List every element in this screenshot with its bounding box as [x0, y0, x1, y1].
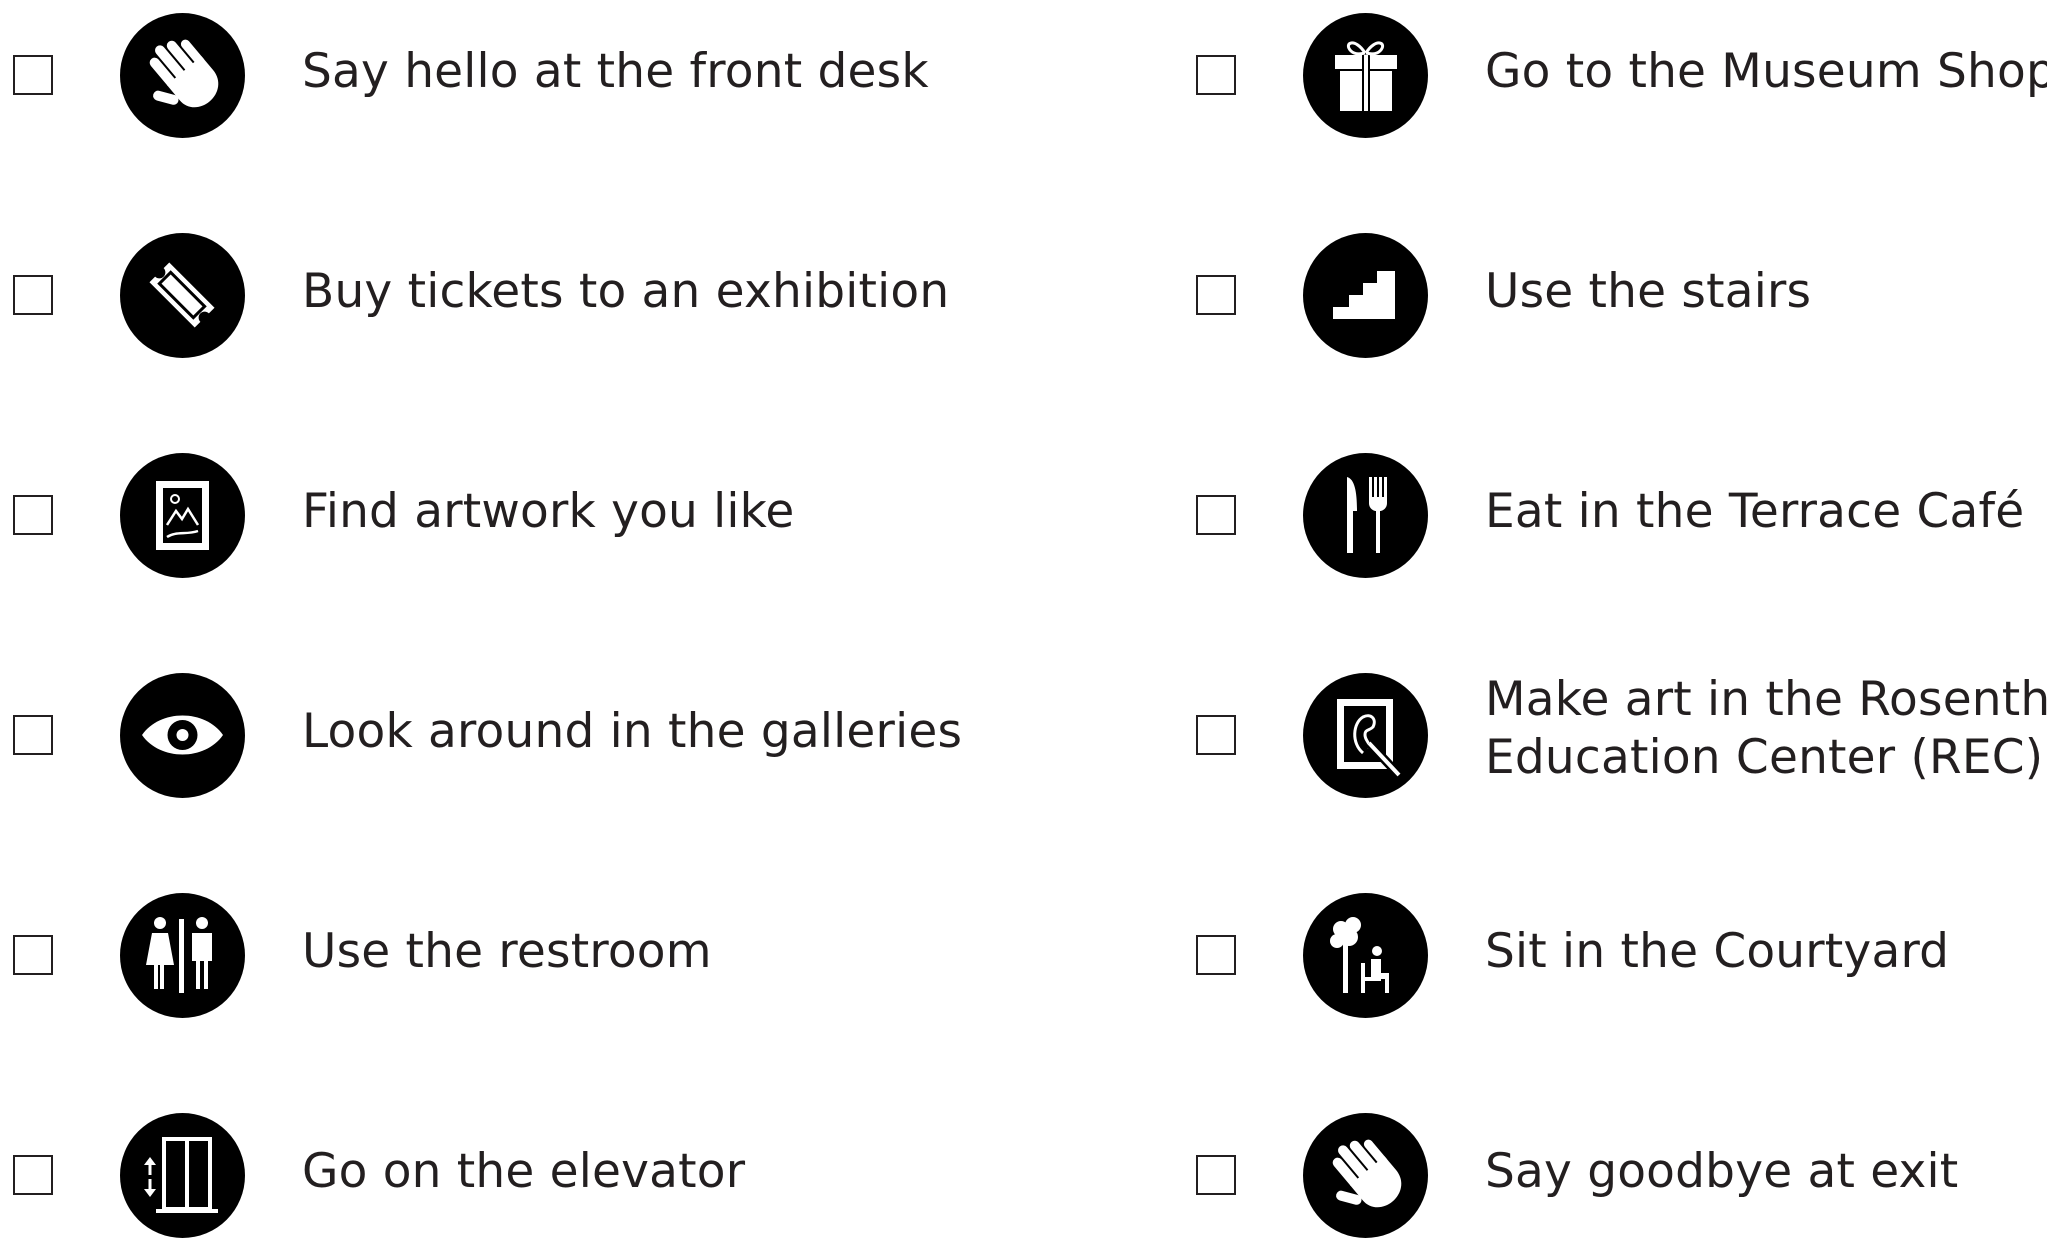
checklist-item-look-around[interactable]: Look around in the galleries — [0, 667, 962, 798]
item-label: Look around in the galleries — [302, 704, 963, 759]
checkbox[interactable] — [13, 275, 53, 315]
checkbox[interactable] — [1196, 1155, 1236, 1195]
checkbox[interactable] — [13, 495, 53, 535]
checklist-item-say-goodbye[interactable]: Say goodbye at exit — [1183, 1107, 2043, 1238]
checklist-item-restroom[interactable]: Use the restroom — [0, 887, 860, 1018]
checklist-item-museum-shop[interactable]: Go to the Museum Shop — [1183, 7, 2047, 138]
checkbox[interactable] — [1196, 495, 1236, 535]
courtyard-seating-icon — [1303, 893, 1428, 1018]
left-checklist-column: Say hello at the front desk Buy tickets … — [0, 0, 1000, 1238]
item-label: Use the restroom — [302, 924, 712, 979]
checklist-item-say-hello[interactable]: Say hello at the front desk — [0, 7, 929, 138]
item-label: Buy tickets to an exhibition — [302, 264, 950, 319]
framed-artwork-icon — [120, 453, 245, 578]
checklist-page: Say hello at the front desk Buy tickets … — [0, 0, 2047, 1238]
right-checklist-column: Go to the Museum Shop Use the stairs Eat… — [1183, 0, 2047, 1238]
checkbox[interactable] — [13, 55, 53, 95]
item-label: Use the stairs — [1485, 264, 1812, 319]
item-label: Say hello at the front desk — [302, 44, 929, 99]
item-label: Eat in the Terrace Café — [1485, 484, 2025, 539]
item-label: Find artwork you like — [302, 484, 795, 539]
item-label: Go on the elevator — [302, 1144, 746, 1199]
checkbox[interactable] — [1196, 715, 1236, 755]
checklist-item-find-artwork[interactable]: Find artwork you like — [0, 447, 860, 578]
checkbox[interactable] — [13, 935, 53, 975]
restroom-icon — [120, 893, 245, 1018]
item-label: Make art in the Rosenthal Education Cent… — [1485, 671, 2047, 787]
checkbox[interactable] — [1196, 275, 1236, 315]
checklist-item-stairs[interactable]: Use the stairs — [1183, 227, 2043, 358]
ticket-icon — [120, 233, 245, 358]
stairs-icon — [1303, 233, 1428, 358]
elevator-icon — [120, 1113, 245, 1238]
knife-fork-icon — [1303, 453, 1428, 578]
item-label: Go to the Museum Shop — [1485, 44, 2047, 99]
art-making-icon — [1303, 673, 1428, 798]
checklist-item-elevator[interactable]: Go on the elevator — [0, 1107, 860, 1238]
checklist-item-terrace-cafe[interactable]: Eat in the Terrace Café — [1183, 447, 2043, 578]
item-label: Sit in the Courtyard — [1485, 924, 1950, 979]
item-label-line-1: Make art in the Rosenthal — [1485, 672, 2047, 727]
waving-hand-icon — [1303, 1113, 1428, 1238]
checklist-item-make-art[interactable]: Make art in the Rosenthal Education Cent… — [1183, 667, 2047, 798]
waving-hand-icon — [120, 13, 245, 138]
eye-icon — [120, 673, 245, 798]
checklist-item-courtyard[interactable]: Sit in the Courtyard — [1183, 887, 2043, 1018]
item-label-line-2: Education Center (REC) — [1485, 730, 2044, 785]
item-label: Say goodbye at exit — [1485, 1144, 1959, 1199]
checkbox[interactable] — [13, 715, 53, 755]
gift-icon — [1303, 13, 1428, 138]
checkbox[interactable] — [13, 1155, 53, 1195]
checklist-item-buy-tickets[interactable]: Buy tickets to an exhibition — [0, 227, 949, 358]
checkbox[interactable] — [1196, 55, 1236, 95]
checkbox[interactable] — [1196, 935, 1236, 975]
